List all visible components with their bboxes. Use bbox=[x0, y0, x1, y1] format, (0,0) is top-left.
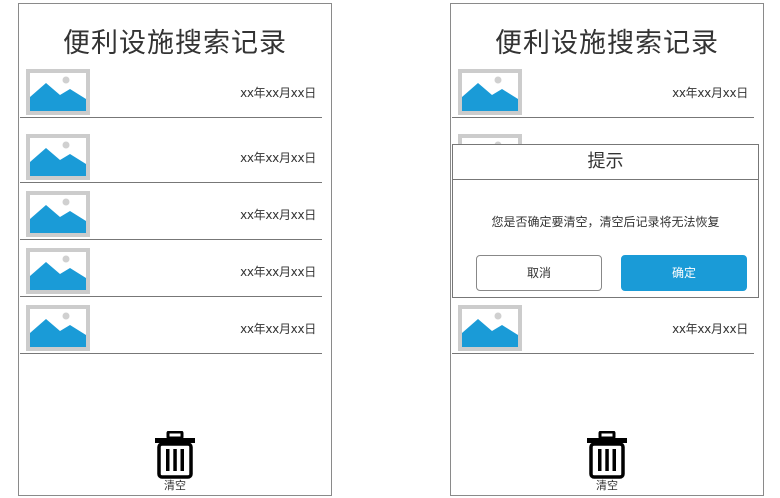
record-item[interactable]: xx年xx月xx日 bbox=[20, 189, 322, 240]
record-item[interactable]: xx年xx月xx日 bbox=[452, 67, 754, 118]
record-date: xx年xx月xx日 bbox=[240, 86, 316, 100]
clear-button[interactable]: 清空 bbox=[19, 431, 331, 492]
dialog-message: 您是否确定要清空，清空后记录将无法恢复 bbox=[491, 215, 720, 229]
image-placeholder-icon bbox=[26, 69, 90, 115]
record-date: xx年xx月xx日 bbox=[240, 265, 316, 279]
page-title: 便利设施搜索记录 bbox=[495, 28, 719, 59]
clear-label: 清空 bbox=[596, 479, 618, 492]
record-date: xx年xx月xx日 bbox=[672, 322, 748, 336]
dialog-title: 提示 bbox=[453, 145, 758, 180]
record-date: xx年xx月xx日 bbox=[240, 322, 316, 336]
record-item[interactable]: xx年xx月xx日 bbox=[20, 132, 322, 183]
record-date: xx年xx月xx日 bbox=[672, 86, 748, 100]
record-item[interactable]: xx年xx月xx日 bbox=[452, 303, 754, 354]
image-placeholder-icon bbox=[458, 305, 522, 351]
confirm-dialog: 提示 您是否确定要清空，清空后记录将无法恢复 取消 确定 bbox=[452, 144, 759, 298]
confirm-button[interactable]: 确定 bbox=[621, 255, 747, 291]
image-placeholder-icon bbox=[26, 134, 90, 180]
trash-icon[interactable] bbox=[586, 431, 628, 479]
record-item[interactable]: xx年xx月xx日 bbox=[20, 303, 322, 354]
image-placeholder-icon bbox=[26, 305, 90, 351]
record-item[interactable]: xx年xx月xx日 bbox=[20, 67, 322, 118]
clear-label: 清空 bbox=[164, 479, 186, 492]
cancel-button[interactable]: 取消 bbox=[476, 255, 602, 291]
record-date: xx年xx月xx日 bbox=[240, 151, 316, 165]
image-placeholder-icon bbox=[458, 69, 522, 115]
history-screen-left: 便利设施搜索记录 xx年xx月xx日 xx年xx月xx日 xx年xx月xx日 x… bbox=[18, 3, 332, 496]
record-date: xx年xx月xx日 bbox=[240, 208, 316, 222]
trash-icon[interactable] bbox=[154, 431, 196, 479]
image-placeholder-icon bbox=[26, 191, 90, 237]
page-title: 便利设施搜索记录 bbox=[63, 28, 287, 59]
image-placeholder-icon bbox=[26, 248, 90, 294]
clear-button[interactable]: 清空 bbox=[451, 431, 763, 492]
record-item[interactable]: xx年xx月xx日 bbox=[20, 246, 322, 297]
